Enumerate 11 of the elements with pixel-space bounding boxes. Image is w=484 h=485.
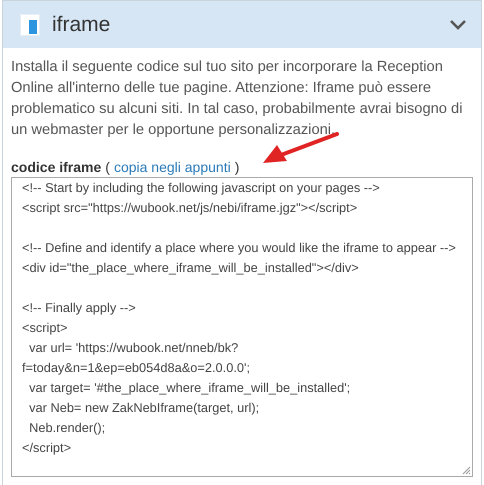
close-paren: ) [234, 159, 240, 175]
resize-grip-icon[interactable] [462, 466, 471, 475]
description-text: Installa il seguente codice sul tuo sito per incorporare la Reception Online all'interno delle tue pagine. Attenzione: Iframe può essere problematico su alcuni siti. In tal caso, probabilmente avrai bisogno di un webmaster per le opportune personalizzazioni. [11, 58, 464, 140]
open-paren: ( [105, 159, 110, 175]
panel-title: iframe [52, 12, 112, 36]
chevron-icon[interactable] [449, 19, 467, 30]
code-label: codice iframe [11, 159, 102, 175]
copy-link[interactable]: copia negli appunti [114, 159, 231, 175]
code-field[interactable]: <!-- Start by including the following javascript on your pages --> <script src="https://wubook.net/js/nebi/iframe.jgz"></script> <!-- Define and identify a place where you would like the iframe to appear --> <div id="the_place_where_iframe_will_be_installed"></div> <!-- Finally apply --> <script> var url= 'https://wubook.net/nneb/bk?f=today&n=1&ep=eb054d8a&o=2.0.0.0'; var target= '#the_place_where_iframe_will_be_installed'; var Neb= new ZakNebIframe(target, url); Neb.render(); </script> [11, 177, 473, 477]
panel-header[interactable]: iframe [3, 1, 481, 48]
window-icon [20, 14, 40, 36]
